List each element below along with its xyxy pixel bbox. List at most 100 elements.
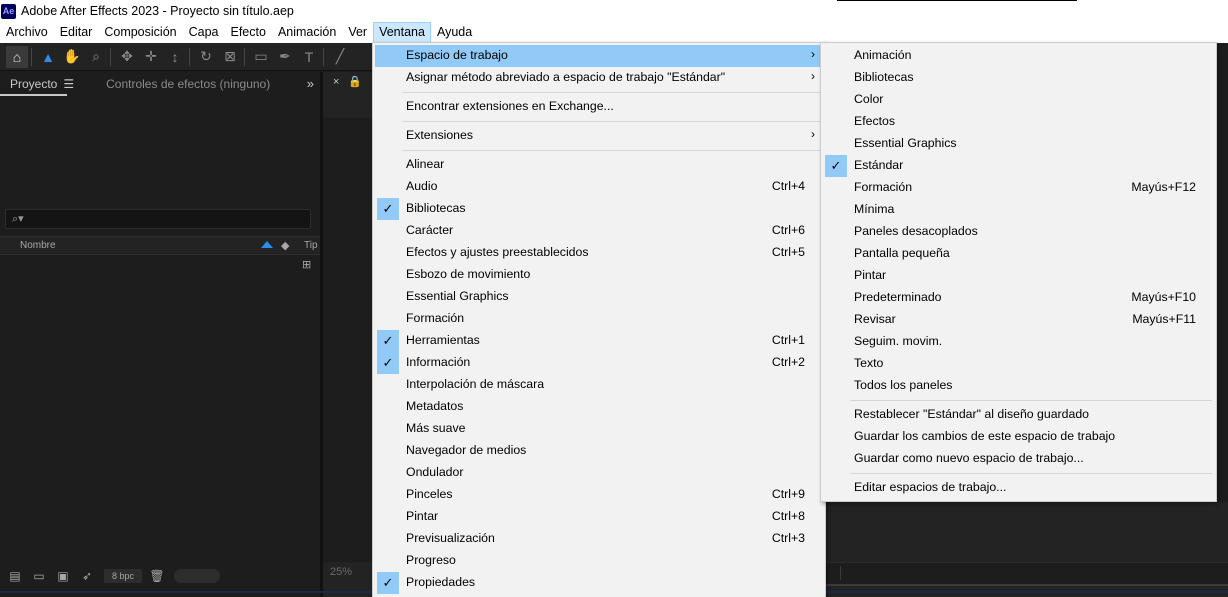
thumbnail-slider[interactable] — [174, 569, 221, 583]
flowchart-icon[interactable]: ⊞ — [302, 258, 311, 271]
trash-icon[interactable]: 🗑 — [148, 569, 166, 583]
toolbar-divider — [31, 47, 32, 66]
menu-item-label: Guardar como nuevo espacio de trabajo... — [854, 451, 1084, 465]
workspace-bibliotecas[interactable]: Bibliotecas — [823, 67, 1214, 89]
workspace-estandar[interactable]: ✓ Estándar — [823, 155, 1214, 177]
pen-tool-icon[interactable]: ✒ — [274, 46, 296, 68]
dolly-camera-icon[interactable]: ↕ — [164, 46, 186, 68]
workspace-predeterminado[interactable]: Predeterminado Mayús+F10 — [823, 287, 1214, 309]
menu-item-encontrar-extensiones[interactable]: Encontrar extensiones en Exchange... — [375, 96, 823, 118]
menu-item-ondulador[interactable]: Ondulador — [375, 462, 823, 484]
workspace-revisar[interactable]: Revisar Mayús+F11 — [823, 309, 1214, 331]
menu-item-asignar-metodo[interactable]: Asignar método abreviado a espacio de tr… — [375, 67, 823, 89]
type-tool-icon[interactable]: T — [298, 46, 320, 68]
menu-item-shortcut: Ctrl+2 — [771, 355, 805, 369]
menu-item-esbozo-movimiento[interactable]: Esbozo de movimiento — [375, 264, 823, 286]
menu-item-progreso[interactable]: Progreso — [375, 550, 823, 572]
orbit-camera-icon[interactable]: ✥ — [116, 46, 138, 68]
menu-item-formacion[interactable]: Formación — [375, 308, 823, 330]
menu-item-audio[interactable]: Audio Ctrl+4 — [375, 176, 823, 198]
menu-item-pinceles[interactable]: Pinceles Ctrl+9 — [375, 484, 823, 506]
zoom-level[interactable]: 25% — [330, 566, 352, 578]
rotation-tool-icon[interactable]: ↻ — [195, 46, 217, 68]
overflow-chevron-icon[interactable]: » — [307, 76, 314, 91]
new-folder-icon[interactable]: ▭ — [30, 569, 48, 583]
menu-composicion[interactable]: Composición — [98, 22, 182, 43]
workspace-todos-los-paneles[interactable]: Todos los paneles — [823, 375, 1214, 397]
menu-ver[interactable]: Ver — [342, 22, 373, 43]
menu-item-espacio-de-trabajo[interactable]: Espacio de trabajo › — [375, 45, 823, 67]
menu-editar[interactable]: Editar — [54, 22, 99, 43]
menu-separator — [850, 400, 1212, 401]
menu-item-interpolacion-mascara[interactable]: Interpolación de máscara — [375, 374, 823, 396]
project-search-input[interactable]: ⌕▾ — [5, 209, 311, 229]
workspace-guardar-nuevo[interactable]: Guardar como nuevo espacio de trabajo... — [823, 448, 1214, 470]
tab-controles-efectos[interactable]: Controles de efectos (ninguno) — [96, 72, 280, 96]
pan-camera-icon[interactable]: ✛ — [140, 46, 162, 68]
column-nombre[interactable]: Nombre — [20, 240, 56, 251]
menu-item-caracter[interactable]: Carácter Ctrl+6 — [375, 220, 823, 242]
new-composition-icon[interactable]: ▣ — [54, 569, 72, 583]
zoom-tool-icon[interactable]: ⌕ — [85, 46, 107, 68]
menu-item-herramientas[interactable]: ✓ Herramientas Ctrl+1 — [375, 330, 823, 352]
pan-behind-tool-icon[interactable]: ⊠ — [219, 46, 241, 68]
selection-tool-icon[interactable]: ▲ — [37, 46, 59, 68]
sort-ascending-icon[interactable] — [261, 241, 273, 248]
workspace-restablecer[interactable]: Restablecer "Estándar" al diseño guardad… — [823, 404, 1214, 426]
menu-item-label: Bibliotecas — [406, 201, 466, 215]
workspace-animacion[interactable]: Animación — [823, 45, 1214, 67]
render-queue-icon[interactable]: ➶ — [78, 569, 96, 583]
label-tag-icon[interactable]: ◆ — [281, 239, 289, 252]
menu-item-shortcut: Mayús+F12 — [1131, 180, 1196, 194]
workspace-efectos[interactable]: Efectos — [823, 111, 1214, 133]
rectangle-tool-icon[interactable]: ▭ — [250, 46, 272, 68]
workspace-minima[interactable]: Mínima — [823, 199, 1214, 221]
interpret-footage-icon[interactable]: ▤ — [6, 569, 24, 583]
menu-item-label: Pantalla pequeña — [854, 246, 950, 260]
tab-proyecto[interactable]: Proyecto — [0, 72, 68, 96]
menu-item-label: Espacio de trabajo — [406, 48, 508, 62]
close-icon[interactable]: × — [333, 76, 339, 88]
menu-animacion[interactable]: Animación — [272, 22, 342, 43]
hand-tool-icon[interactable]: ✋ — [61, 46, 83, 68]
menu-item-mas-suave[interactable]: Más suave — [375, 418, 823, 440]
menu-item-bibliotecas[interactable]: ✓ Bibliotecas — [375, 198, 823, 220]
workspace-paneles-desacoplados[interactable]: Paneles desacoplados — [823, 221, 1214, 243]
lock-icon[interactable]: 🔒 — [348, 75, 362, 88]
composition-viewer[interactable] — [323, 118, 373, 562]
menu-efecto[interactable]: Efecto — [225, 22, 272, 43]
right-panel-tick — [840, 566, 841, 580]
menu-item-essential-graphics[interactable]: Essential Graphics — [375, 286, 823, 308]
column-tipo[interactable]: Tip — [304, 240, 318, 251]
menu-item-label: Paneles desacoplados — [854, 224, 978, 238]
menu-ventana[interactable]: Ventana — [373, 22, 431, 43]
menu-item-propiedades[interactable]: ✓ Propiedades — [375, 572, 823, 594]
workspace-essential-graphics[interactable]: Essential Graphics — [823, 133, 1214, 155]
workspace-editar-espacios[interactable]: Editar espacios de trabajo... — [823, 477, 1214, 499]
menu-item-pintar[interactable]: Pintar Ctrl+8 — [375, 506, 823, 528]
menu-item-previsualizacion[interactable]: Previsualización Ctrl+3 — [375, 528, 823, 550]
workspace-color[interactable]: Color — [823, 89, 1214, 111]
menu-item-label: Formación — [406, 311, 465, 325]
brush-tool-icon[interactable]: ╱ — [329, 46, 351, 68]
menu-item-alinear[interactable]: Alinear — [375, 154, 823, 176]
menu-item-extensiones[interactable]: Extensiones › — [375, 125, 823, 147]
workspace-guardar-cambios[interactable]: Guardar los cambios de este espacio de t… — [823, 426, 1214, 448]
bit-depth-button[interactable]: 8 bpc — [104, 569, 143, 583]
workspace-texto[interactable]: Texto — [823, 353, 1214, 375]
workspace-pantalla-pequena[interactable]: Pantalla pequeña — [823, 243, 1214, 265]
title-underline — [837, 0, 1077, 1]
workspace-seguim-movim[interactable]: Seguim. movim. — [823, 331, 1214, 353]
workspace-formacion[interactable]: Formación Mayús+F12 — [823, 177, 1214, 199]
menu-item-navegador-medios[interactable]: Navegador de medios — [375, 440, 823, 462]
menu-item-label: Color — [854, 92, 884, 106]
workspace-pintar[interactable]: Pintar — [823, 265, 1214, 287]
panel-menu-icon[interactable]: ☰ — [63, 77, 74, 91]
menu-item-metadatos[interactable]: Metadatos — [375, 396, 823, 418]
home-icon[interactable]: ⌂ — [6, 45, 28, 68]
menu-ayuda[interactable]: Ayuda — [431, 22, 478, 43]
menu-archivo[interactable]: Archivo — [0, 22, 54, 43]
menu-capa[interactable]: Capa — [183, 22, 225, 43]
menu-item-informacion[interactable]: ✓ Información Ctrl+2 — [375, 352, 823, 374]
menu-item-efectos-ajustes[interactable]: Efectos y ajustes preestablecidos Ctrl+5 — [375, 242, 823, 264]
